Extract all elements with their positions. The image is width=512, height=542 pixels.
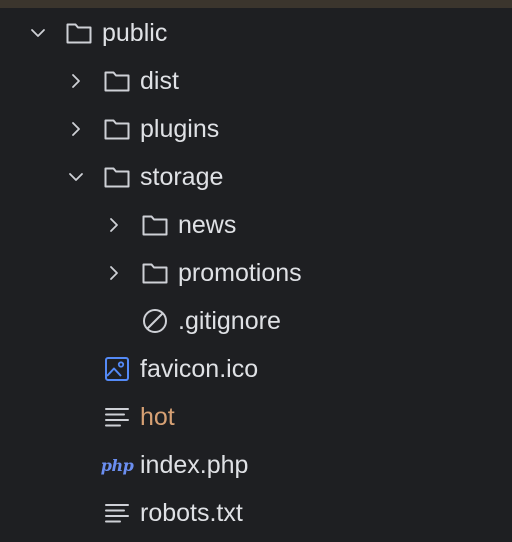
text-file-icon [102,402,132,432]
window-top-edge [0,0,512,8]
tree-label: public [102,19,168,47]
text-file-icon [102,498,132,528]
tree-label: .gitignore [178,307,281,335]
project-tree: public dist plugins storage news promoti… [0,8,512,542]
folder-icon [102,162,132,192]
tree-label: plugins [140,115,220,143]
tree-label: news [178,211,237,239]
ignored-file-icon [140,306,170,336]
tree-row-hot[interactable]: hot [0,393,512,441]
folder-icon [102,114,132,144]
tree-row-dist[interactable]: dist [0,57,512,105]
folder-icon [102,66,132,96]
folder-icon [140,258,170,288]
folder-icon [140,210,170,240]
tree-row-news[interactable]: news [0,201,512,249]
tree-label: dist [140,67,179,95]
tree-label: index.php [140,451,249,479]
folder-icon [64,18,94,48]
tree-label: robots.txt [140,499,243,527]
tree-row-public[interactable]: public [0,9,512,57]
chevron-right-icon[interactable] [66,71,86,91]
chevron-down-icon[interactable] [28,23,48,43]
chevron-right-icon[interactable] [104,263,124,283]
chevron-right-icon[interactable] [104,215,124,235]
tree-row-robots[interactable]: robots.txt [0,489,512,537]
tree-label: hot [140,403,175,431]
tree-row-plugins[interactable]: plugins [0,105,512,153]
tree-row-promotions[interactable]: promotions [0,249,512,297]
tree-label: favicon.ico [140,355,259,383]
image-file-icon [102,354,132,384]
tree-label: storage [140,163,224,191]
php-file-icon: php [100,450,134,480]
php-badge: php [100,455,134,475]
tree-row-storage[interactable]: storage [0,153,512,201]
tree-row-index-php[interactable]: php index.php [0,441,512,489]
tree-label: promotions [178,259,302,287]
chevron-down-icon[interactable] [66,167,86,187]
tree-row-gitignore[interactable]: .gitignore [0,297,512,345]
tree-row-favicon[interactable]: favicon.ico [0,345,512,393]
chevron-right-icon[interactable] [66,119,86,139]
